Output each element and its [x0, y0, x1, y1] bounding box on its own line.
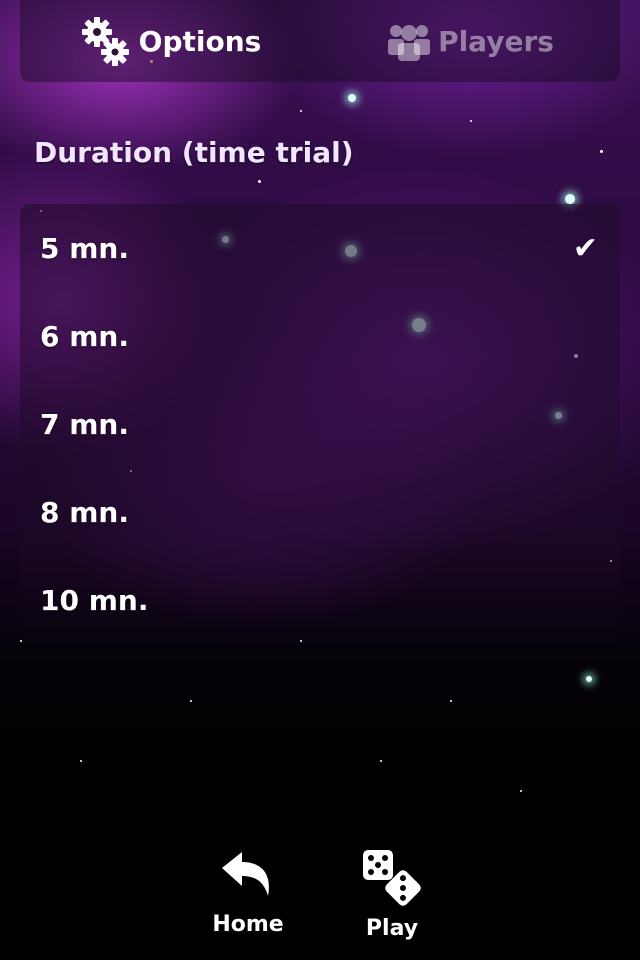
star [600, 150, 603, 153]
dice-icon [359, 848, 425, 912]
checkmark-icon: ✔ [572, 230, 598, 266]
bottom-nav: Home Play [0, 848, 640, 960]
duration-label: 8 mn. [40, 495, 129, 529]
home-button[interactable]: Home [198, 848, 298, 948]
duration-option-7[interactable]: 7 mn. [20, 380, 620, 468]
star [470, 120, 472, 122]
star [80, 760, 82, 762]
tab-options[interactable]: Options [20, 0, 320, 82]
players-icon [386, 21, 432, 61]
tab-bar: Options Players [20, 0, 620, 82]
star [348, 94, 356, 102]
star [520, 790, 522, 792]
duration-label: 7 mn. [40, 407, 129, 441]
tab-players[interactable]: Players [320, 0, 620, 82]
home-label: Home [212, 912, 284, 937]
star [380, 760, 382, 762]
tab-players-label: Players [438, 24, 554, 58]
gears-icon [79, 14, 133, 68]
duration-option-10[interactable]: 10 mn. [20, 556, 620, 644]
star [190, 700, 192, 702]
play-button[interactable]: Play [342, 848, 442, 948]
star [258, 180, 261, 183]
duration-label: 5 mn. [40, 231, 129, 265]
star [565, 194, 575, 204]
star [450, 700, 452, 702]
tab-options-label: Options [138, 24, 262, 58]
duration-list: 5 mn. ✔ 6 mn. 7 mn. 8 mn. 10 mn. [20, 204, 620, 644]
play-label: Play [365, 916, 419, 941]
duration-option-6[interactable]: 6 mn. [20, 292, 620, 380]
back-arrow-icon [218, 848, 278, 908]
section-title: Duration (time trial) [34, 136, 354, 169]
duration-label: 6 mn. [40, 319, 129, 353]
duration-label: 10 mn. [40, 583, 149, 617]
star [300, 110, 302, 112]
duration-option-5[interactable]: 5 mn. ✔ [20, 204, 620, 292]
star [586, 676, 592, 682]
duration-option-8[interactable]: 8 mn. [20, 468, 620, 556]
